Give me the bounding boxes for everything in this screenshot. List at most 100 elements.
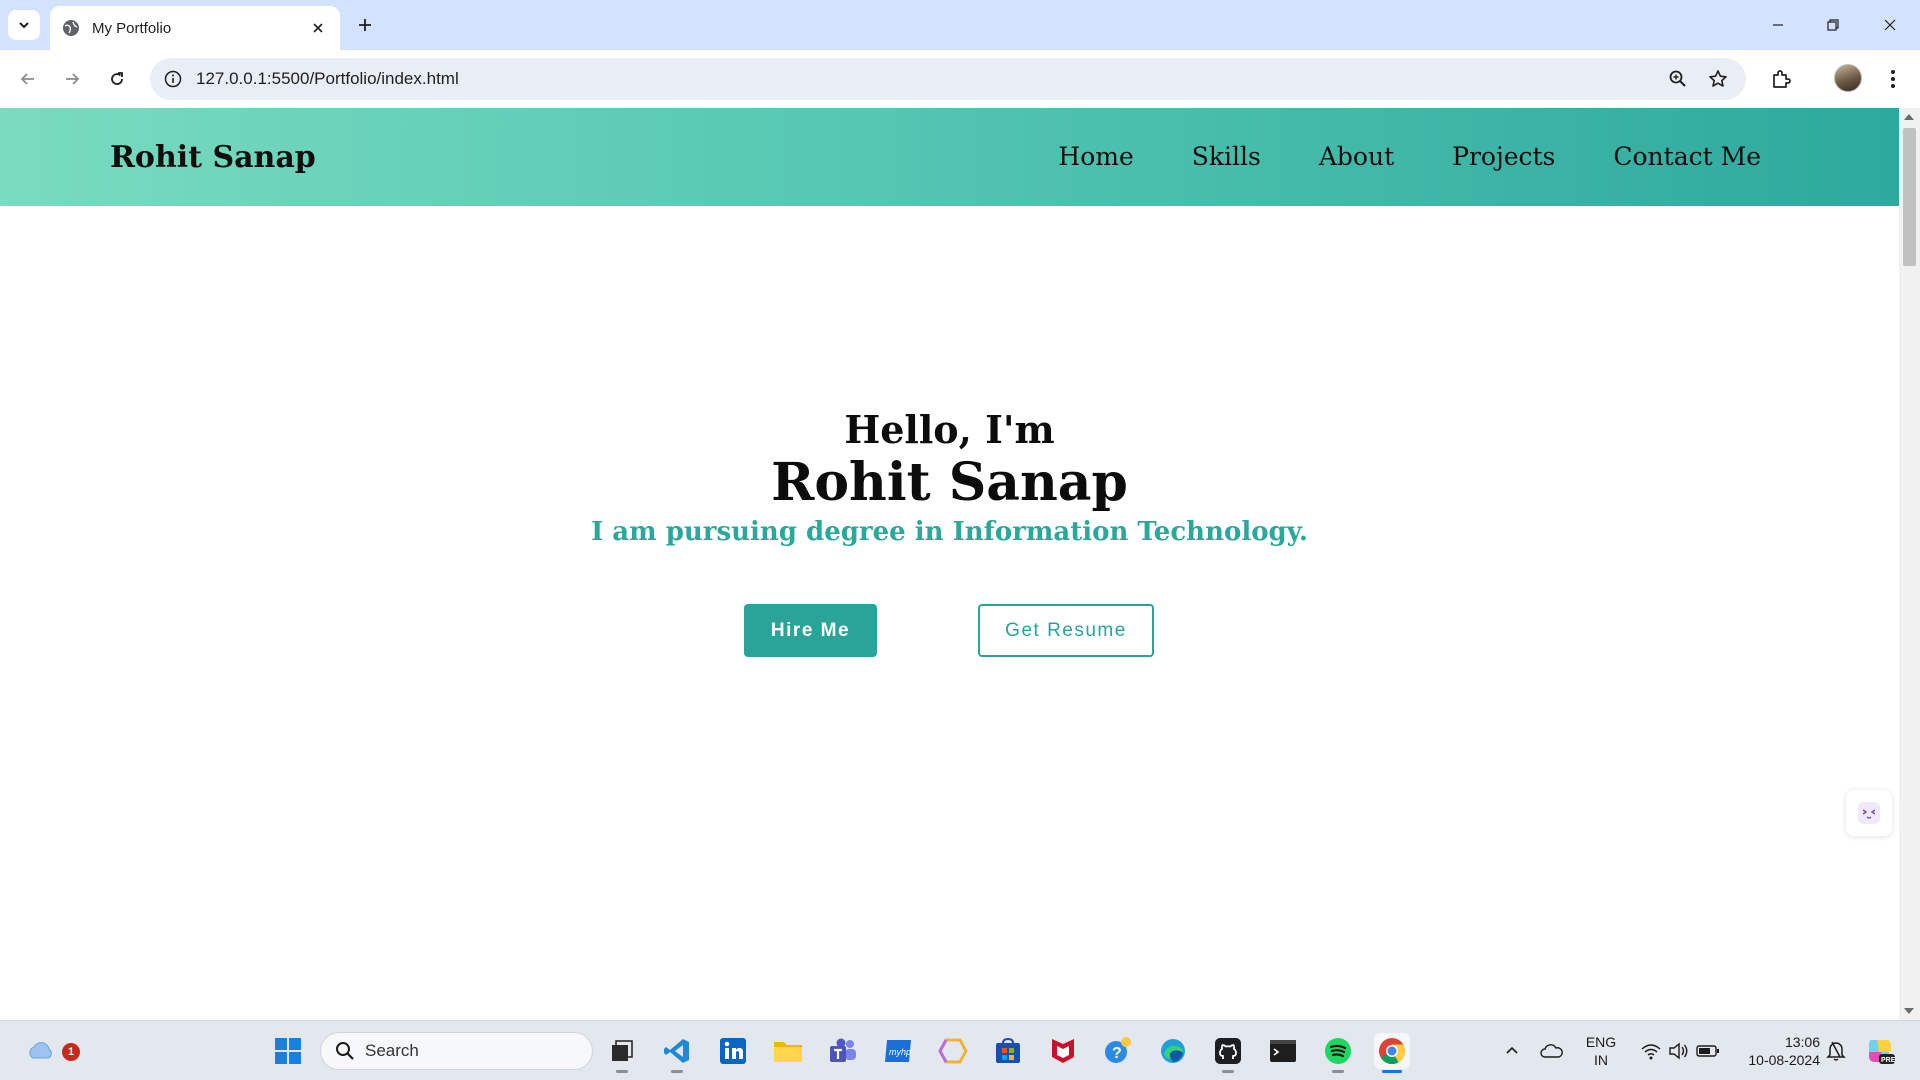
nav-link-projects[interactable]: Projects	[1452, 142, 1555, 171]
notifications-button[interactable]	[1818, 1033, 1854, 1069]
profile-avatar[interactable]	[1834, 64, 1862, 92]
address-bar[interactable]: 127.0.0.1:5500/Portfolio/index.html	[150, 58, 1746, 100]
browser-toolbar: 127.0.0.1:5500/Portfolio/index.html	[0, 50, 1920, 108]
myhp-icon: myhp	[885, 1040, 911, 1062]
taskbar-app-copilot[interactable]	[935, 1033, 971, 1069]
weather-widget[interactable]: 1	[22, 1033, 80, 1069]
tab-search-button[interactable]	[8, 10, 40, 40]
task-view-icon	[612, 1040, 633, 1061]
chrome-icon	[1379, 1038, 1406, 1065]
hero-name: Rohit Sanap	[771, 452, 1128, 513]
language-indicator[interactable]: ENG IN	[1578, 1033, 1624, 1069]
copilot-icon	[938, 1038, 968, 1064]
scrollbar-thumb[interactable]	[1903, 128, 1916, 266]
restore-button[interactable]	[1813, 10, 1853, 40]
sparkle-face-icon	[1858, 802, 1880, 824]
page-viewport: Rohit Sanap Home Skills About Projects C…	[0, 108, 1920, 1020]
terminal-icon	[1270, 1040, 1296, 1062]
taskbar-app-myhp[interactable]: myhp	[880, 1033, 916, 1069]
taskbar-app-file-explorer[interactable]	[770, 1033, 806, 1069]
edge-icon	[1161, 1039, 1185, 1063]
app-active-indicator	[1382, 1070, 1402, 1073]
taskbar-app-linkedin[interactable]	[715, 1033, 751, 1069]
page-scrollbar[interactable]	[1899, 108, 1920, 1020]
cloud-icon	[29, 1042, 52, 1059]
get-resume-button[interactable]: Get Resume	[978, 604, 1154, 657]
browser-tab-active[interactable]: My Portfolio	[50, 6, 340, 50]
svg-text:PRE: PRE	[1881, 1057, 1895, 1064]
extensions-icon[interactable]	[1766, 64, 1796, 94]
scroll-up-icon[interactable]	[1904, 114, 1914, 120]
taskbar-app-teams[interactable]	[825, 1033, 861, 1069]
site-brand[interactable]: Rohit Sanap	[110, 140, 316, 175]
taskbar-app-spotify[interactable]	[1320, 1033, 1356, 1073]
hire-me-button[interactable]: Hire Me	[744, 604, 877, 657]
bell-snooze-icon	[1826, 1041, 1846, 1061]
taskbar-app-get-help[interactable]: ?	[1100, 1033, 1136, 1069]
nav-link-contact[interactable]: Contact Me	[1613, 142, 1761, 171]
battery-icon	[1696, 1045, 1719, 1057]
file-explorer-icon	[774, 1042, 802, 1062]
taskbar-app-chrome[interactable]	[1374, 1033, 1410, 1073]
restore-icon	[1827, 19, 1839, 31]
back-button[interactable]	[12, 63, 44, 95]
teams-icon	[830, 1038, 856, 1062]
task-view-button[interactable]	[604, 1033, 640, 1073]
github-icon	[1215, 1038, 1241, 1064]
app-running-indicator	[616, 1070, 628, 1073]
nav-link-home[interactable]: Home	[1058, 142, 1133, 171]
hero-tagline: I am pursuing degree in Information Tech…	[591, 517, 1308, 547]
tray-overflow-button[interactable]	[1494, 1033, 1530, 1069]
minimize-icon	[1773, 24, 1783, 26]
chevron-up-icon	[1506, 1046, 1518, 1054]
onedrive-cloud-icon	[1540, 1044, 1563, 1058]
quick-settings-tray[interactable]	[1630, 1033, 1730, 1069]
globe-icon	[62, 19, 80, 37]
app-running-indicator	[1222, 1070, 1234, 1073]
site-nav: Home Skills About Projects Contact Me	[1058, 142, 1761, 171]
taskbar-app-vscode[interactable]	[659, 1033, 695, 1073]
speaker-icon	[1669, 1042, 1688, 1060]
zoom-icon[interactable]	[1666, 67, 1690, 91]
taskbar-app-github[interactable]	[1210, 1033, 1246, 1073]
tab-title: My Portfolio	[92, 19, 172, 37]
close-icon	[1884, 19, 1896, 31]
start-button[interactable]	[270, 1033, 306, 1069]
taskbar-app-terminal[interactable]	[1265, 1033, 1301, 1069]
arrow-right-icon	[66, 73, 80, 85]
app-running-indicator	[1332, 1070, 1344, 1073]
nav-link-about[interactable]: About	[1319, 142, 1394, 171]
floating-widget[interactable]	[1846, 790, 1892, 836]
close-window-button[interactable]	[1870, 10, 1910, 40]
browser-tab-strip: My Portfolio	[0, 0, 1920, 50]
menu-kebab-icon[interactable]	[1878, 64, 1908, 94]
search-icon	[336, 1042, 354, 1060]
arrow-left-icon	[20, 73, 34, 85]
svg-text:?: ?	[1112, 1045, 1122, 1062]
linkedin-icon	[720, 1038, 746, 1064]
site-info-icon[interactable]	[162, 68, 184, 90]
mcafee-icon	[1052, 1039, 1074, 1063]
taskbar-app-edge[interactable]	[1155, 1033, 1191, 1069]
minimize-button[interactable]	[1758, 10, 1798, 40]
close-icon[interactable]	[308, 18, 328, 38]
taskbar-app-mcafee[interactable]	[1045, 1033, 1081, 1069]
plus-icon	[359, 19, 371, 31]
bookmark-star-icon[interactable]	[1706, 67, 1730, 91]
copilot-preview-button[interactable]: PRE	[1862, 1033, 1898, 1069]
taskbar-search[interactable]: Search	[320, 1032, 593, 1070]
weather-notification-badge: 1	[62, 1043, 80, 1061]
taskbar-app-store[interactable]	[990, 1033, 1026, 1069]
onedrive-tray[interactable]	[1534, 1033, 1570, 1069]
new-tab-button[interactable]	[352, 12, 378, 38]
app-running-indicator	[671, 1070, 683, 1073]
nav-link-skills[interactable]: Skills	[1192, 142, 1261, 171]
clock[interactable]: 13:06 10-08-2024	[1736, 1033, 1820, 1069]
language-region: IN	[1594, 1052, 1608, 1068]
site-navbar: Rohit Sanap Home Skills About Projects C…	[0, 108, 1899, 206]
vscode-icon	[664, 1039, 689, 1063]
microsoft-store-icon	[996, 1037, 1020, 1063]
reload-button[interactable]	[101, 63, 133, 95]
scroll-down-icon[interactable]	[1904, 1008, 1914, 1014]
forward-button[interactable]	[56, 63, 88, 95]
